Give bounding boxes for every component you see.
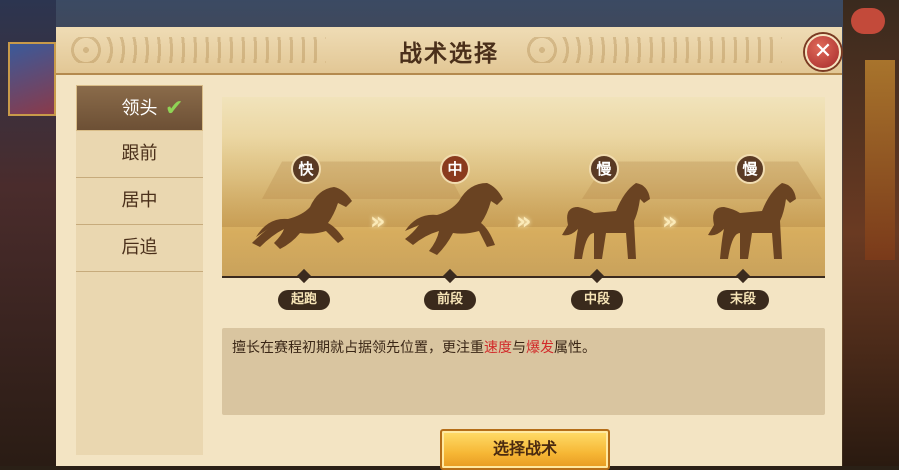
highlight-burst: 爆发 — [526, 340, 554, 356]
tactic-tabs: 领头 ✔ 跟前 居中 后追 — [76, 85, 203, 455]
description-box: 擅长在赛程初期就占据领先位置，更注重速度与爆发属性。 — [222, 328, 825, 415]
close-icon[interactable]: ✕ — [805, 34, 841, 70]
tab-label: 居中 — [121, 190, 158, 211]
chevron-right-icon: » — [516, 207, 532, 235]
background-badge — [851, 8, 885, 34]
background-right-panel — [843, 0, 899, 466]
dialog-header: 战术选择 ✕ — [56, 27, 842, 75]
description-text: 与 — [512, 340, 526, 356]
tab-lead[interactable]: 领头 ✔ — [76, 85, 203, 131]
description-text: 属性。 — [554, 340, 596, 356]
tactic-dialog: 战术选择 ✕ 领头 ✔ 跟前 居中 后追 快 中 慢 慢 » » » 起跑 前段 — [56, 27, 842, 470]
tactic-description: 擅长在赛程初期就占据领先位置，更注重速度与爆发属性。 — [232, 337, 596, 357]
background-left-panel — [0, 0, 56, 466]
dialog-title: 战术选择 — [399, 40, 499, 67]
highlight-speed: 速度 — [484, 340, 512, 356]
chevron-right-icon: » — [662, 207, 678, 235]
stage-label: 起跑 — [278, 290, 330, 310]
background-sign — [865, 60, 895, 260]
stage-label: 末段 — [717, 290, 769, 310]
tab-label: 后追 — [121, 237, 158, 258]
tab-label: 领头 — [121, 98, 158, 119]
standing-horse-icon — [708, 183, 796, 259]
galloping-horse-icon — [405, 183, 503, 255]
description-text: 擅长在赛程初期就占据领先位置，更注重 — [232, 340, 484, 356]
standing-horse-icon — [562, 183, 650, 259]
tab-follow[interactable]: 跟前 — [76, 131, 203, 178]
check-icon: ✔ — [165, 96, 184, 121]
background-poster — [8, 42, 56, 116]
chevron-right-icon: » — [370, 207, 386, 235]
stage-label: 前段 — [424, 290, 476, 310]
tab-middle[interactable]: 居中 — [76, 178, 203, 225]
tab-label: 跟前 — [121, 143, 158, 164]
tab-chase[interactable]: 后追 — [76, 225, 203, 272]
stage-label: 中段 — [571, 290, 623, 310]
galloping-horse-icon — [252, 187, 352, 249]
select-tactic-button[interactable]: 选择战术 — [440, 429, 610, 470]
track-line — [222, 276, 825, 278]
